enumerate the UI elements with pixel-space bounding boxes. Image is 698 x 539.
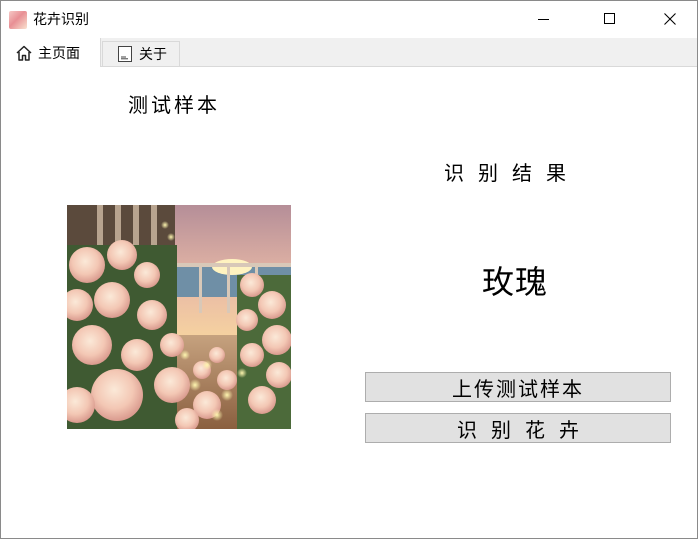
minimize-button[interactable]: [521, 1, 567, 38]
identify-flower-button[interactable]: 识别花卉: [365, 413, 671, 443]
document-icon: [118, 46, 132, 62]
window-title: 花卉识别: [33, 12, 89, 28]
tab-about-label: 关于: [139, 47, 167, 63]
home-icon: [16, 45, 32, 61]
flower-app-icon: [9, 11, 27, 29]
close-button[interactable]: [647, 1, 693, 38]
close-icon: [664, 13, 676, 25]
app-window: 花卉识别 主页面 关于 测试样本 识别结果 玫瑰 上传测试样本 识别花卉: [0, 0, 698, 539]
upload-sample-button[interactable]: 上传测试样本: [365, 372, 671, 402]
result-heading: 识别结果: [444, 161, 580, 185]
result-value: 玫瑰: [482, 263, 549, 301]
main-page: 测试样本 识别结果 玫瑰 上传测试样本 识别花卉: [1, 67, 697, 537]
sample-heading: 测试样本: [128, 93, 220, 117]
tab-bar: 主页面 关于: [1, 38, 697, 67]
title-bar[interactable]: 花卉识别: [1, 1, 697, 38]
maximize-icon: [604, 13, 615, 24]
maximize-button[interactable]: [587, 1, 633, 38]
tab-about[interactable]: 关于: [102, 41, 180, 66]
sample-image: [67, 205, 291, 429]
minimize-icon: [538, 19, 549, 20]
tab-home[interactable]: 主页面: [1, 38, 101, 67]
tab-home-label: 主页面: [38, 45, 80, 62]
